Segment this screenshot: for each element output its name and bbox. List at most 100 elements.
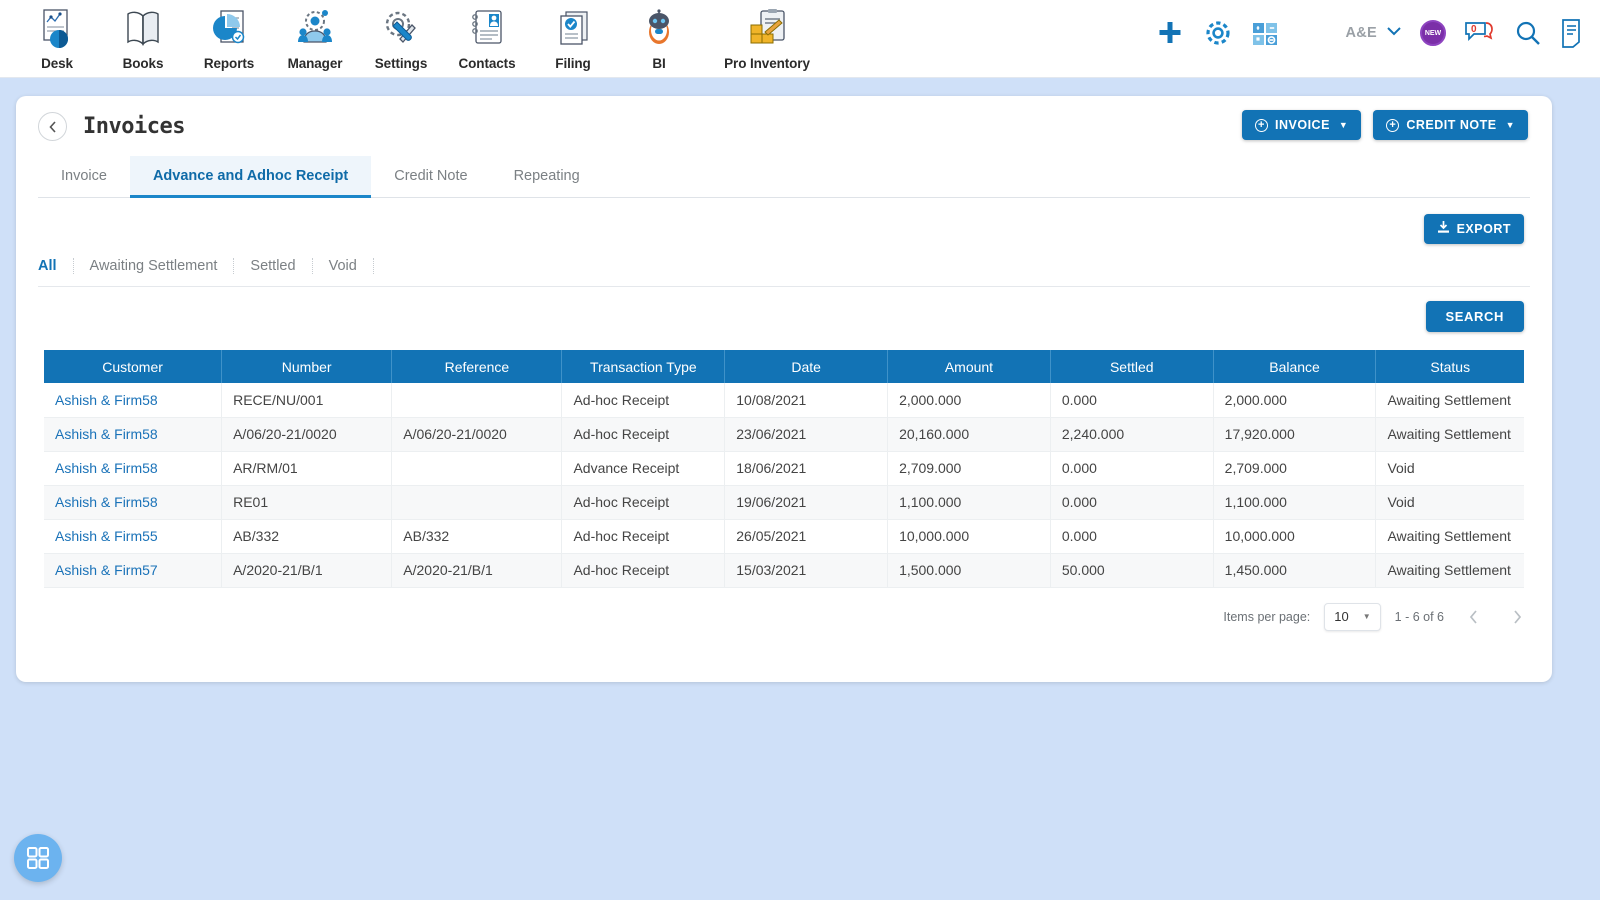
- inventory-clipboard-icon: [745, 5, 789, 53]
- apps-fab-button[interactable]: [14, 834, 62, 882]
- tab-repeating[interactable]: Repeating: [491, 156, 603, 198]
- cell-balance: 2,709.000: [1213, 451, 1377, 486]
- cell-number: RE01: [221, 485, 393, 520]
- add-plus-icon[interactable]: [1155, 18, 1185, 48]
- items-per-page-select[interactable]: 10 ▼: [1324, 602, 1381, 631]
- cell-status: Awaiting Settlement: [1375, 553, 1524, 588]
- cell-transaction-type: Ad-hoc Receipt: [561, 519, 726, 554]
- filter-void[interactable]: Void: [329, 258, 374, 274]
- table-header-row: Customer Number Reference Transaction Ty…: [44, 350, 1524, 383]
- tab-credit-note[interactable]: Credit Note: [371, 156, 490, 198]
- module-contacts[interactable]: Contacts: [444, 5, 530, 71]
- column-header-transaction-type[interactable]: Transaction Type: [561, 350, 726, 383]
- cell-reference: AB/332: [391, 519, 563, 554]
- filing-check-doc-icon: [553, 5, 593, 53]
- cell-number: A/06/20-21/0020: [221, 417, 393, 452]
- cell-customer[interactable]: Ashish & Firm58: [44, 485, 223, 520]
- new-credit-note-label: CREDIT NOTE: [1406, 118, 1497, 132]
- module-list: Desk Books Reports Manager Settings Cont…: [0, 0, 832, 71]
- table-row[interactable]: Ashish & Firm58 AR/RM/01 Advance Receipt…: [44, 451, 1524, 486]
- table-row[interactable]: Ashish & Firm58 RE01 Ad-hoc Receipt 19/0…: [44, 485, 1524, 520]
- column-header-settled[interactable]: Settled: [1050, 350, 1214, 383]
- search-button[interactable]: SEARCH: [1425, 301, 1524, 332]
- cell-number: AR/RM/01: [221, 451, 393, 486]
- items-per-page-value: 10: [1334, 609, 1349, 624]
- column-header-reference[interactable]: Reference: [391, 350, 563, 383]
- cell-reference: [391, 485, 563, 520]
- tab-invoice[interactable]: Invoice: [38, 156, 130, 198]
- table-row[interactable]: Ashish & Firm55 AB/332 AB/332 Ad-hoc Rec…: [44, 519, 1524, 554]
- table-body: Ashish & Firm58 RECE/NU/001 Ad-hoc Recei…: [44, 383, 1524, 588]
- notes-doc-icon[interactable]: [1560, 18, 1586, 48]
- module-manager[interactable]: Manager: [272, 5, 358, 71]
- column-header-number[interactable]: Number: [221, 350, 393, 383]
- cell-transaction-type: Ad-hoc Receipt: [561, 553, 726, 588]
- cell-customer[interactable]: Ashish & Firm55: [44, 519, 223, 554]
- previous-page-button[interactable]: [1458, 602, 1488, 632]
- column-header-date[interactable]: Date: [724, 350, 889, 383]
- cell-number: RECE/NU/001: [221, 383, 393, 418]
- gear-icon[interactable]: [1203, 18, 1233, 48]
- module-desk[interactable]: Desk: [14, 5, 100, 71]
- filter-awaiting-settlement[interactable]: Awaiting Settlement: [90, 258, 235, 274]
- cell-customer[interactable]: Ashish & Firm58: [44, 383, 223, 418]
- gear-wrench-icon: [381, 5, 421, 53]
- export-row: EXPORT: [16, 198, 1552, 244]
- cell-amount: 20,160.000: [887, 417, 1051, 452]
- table-row[interactable]: Ashish & Firm58 RECE/NU/001 Ad-hoc Recei…: [44, 383, 1524, 418]
- new-credit-note-button[interactable]: + CREDIT NOTE ▼: [1373, 110, 1528, 140]
- module-filing[interactable]: Filing: [530, 5, 616, 71]
- cell-status: Void: [1375, 485, 1524, 520]
- export-button[interactable]: EXPORT: [1423, 214, 1524, 244]
- column-header-balance[interactable]: Balance: [1213, 350, 1377, 383]
- module-bi[interactable]: BI: [616, 5, 702, 71]
- paginator: Items per page: 10 ▼ 1 - 6 of 6: [16, 588, 1552, 632]
- column-header-customer[interactable]: Customer: [44, 350, 223, 383]
- next-page-button[interactable]: [1502, 602, 1532, 632]
- chevron-down-icon: ▼: [1505, 120, 1515, 130]
- table-row[interactable]: Ashish & Firm58 A/06/20-21/0020 A/06/20-…: [44, 417, 1524, 452]
- organization-name: A&E: [1345, 25, 1377, 41]
- module-books[interactable]: Books: [100, 5, 186, 71]
- cell-transaction-type: Advance Receipt: [561, 451, 726, 486]
- table-header: Customer Number Reference Transaction Ty…: [44, 350, 1524, 383]
- cell-reference: [391, 451, 563, 486]
- module-label: Manager: [287, 56, 343, 71]
- filter-all[interactable]: All: [38, 258, 74, 274]
- module-reports[interactable]: Reports: [186, 5, 272, 71]
- download-icon: [1437, 221, 1450, 237]
- open-book-icon: [123, 5, 163, 53]
- new-invoice-button[interactable]: + INVOICE ▼: [1242, 110, 1362, 140]
- new-badge[interactable]: NEW: [1420, 20, 1446, 46]
- cell-date: 18/06/2021: [724, 451, 889, 486]
- column-header-amount[interactable]: Amount: [887, 350, 1051, 383]
- module-settings[interactable]: Settings: [358, 5, 444, 71]
- back-button[interactable]: [38, 112, 67, 141]
- invoices-panel: Invoices + INVOICE ▼ + CREDIT NOTE ▼ Inv…: [16, 96, 1552, 682]
- search-row: SEARCH: [16, 287, 1552, 332]
- cell-amount: 1,100.000: [887, 485, 1051, 520]
- cell-number: A/2020-21/B/1: [221, 553, 393, 588]
- filter-settled[interactable]: Settled: [250, 258, 313, 274]
- cell-customer[interactable]: Ashish & Firm58: [44, 417, 223, 452]
- header-action-buttons: + INVOICE ▼ + CREDIT NOTE ▼: [1242, 110, 1528, 140]
- module-label: Pro Inventory: [724, 56, 810, 71]
- cell-date: 19/06/2021: [724, 485, 889, 520]
- chevron-down-icon: [1386, 24, 1402, 42]
- export-label: EXPORT: [1456, 222, 1511, 236]
- calculator-icon[interactable]: [1251, 19, 1279, 47]
- cell-balance: 10,000.000: [1213, 519, 1377, 554]
- table-row[interactable]: Ashish & Firm57 A/2020-21/B/1 A/2020-21/…: [44, 553, 1524, 588]
- cell-amount: 1,500.000: [887, 553, 1051, 588]
- chat-bubble-icon[interactable]: 0: [1464, 19, 1496, 47]
- column-header-status[interactable]: Status: [1375, 350, 1524, 383]
- module-label: Desk: [41, 56, 73, 71]
- module-label: Reports: [203, 56, 255, 71]
- contacts-card-icon: [467, 5, 507, 53]
- organization-selector[interactable]: A&E: [1345, 24, 1402, 42]
- tab-advance-and-adhoc-receipt[interactable]: Advance and Adhoc Receipt: [129, 156, 372, 198]
- module-pro-inventory[interactable]: Pro Inventory: [702, 5, 832, 71]
- cell-customer[interactable]: Ashish & Firm58: [44, 451, 223, 486]
- cell-customer[interactable]: Ashish & Firm57: [44, 553, 223, 588]
- search-icon[interactable]: [1514, 19, 1542, 47]
